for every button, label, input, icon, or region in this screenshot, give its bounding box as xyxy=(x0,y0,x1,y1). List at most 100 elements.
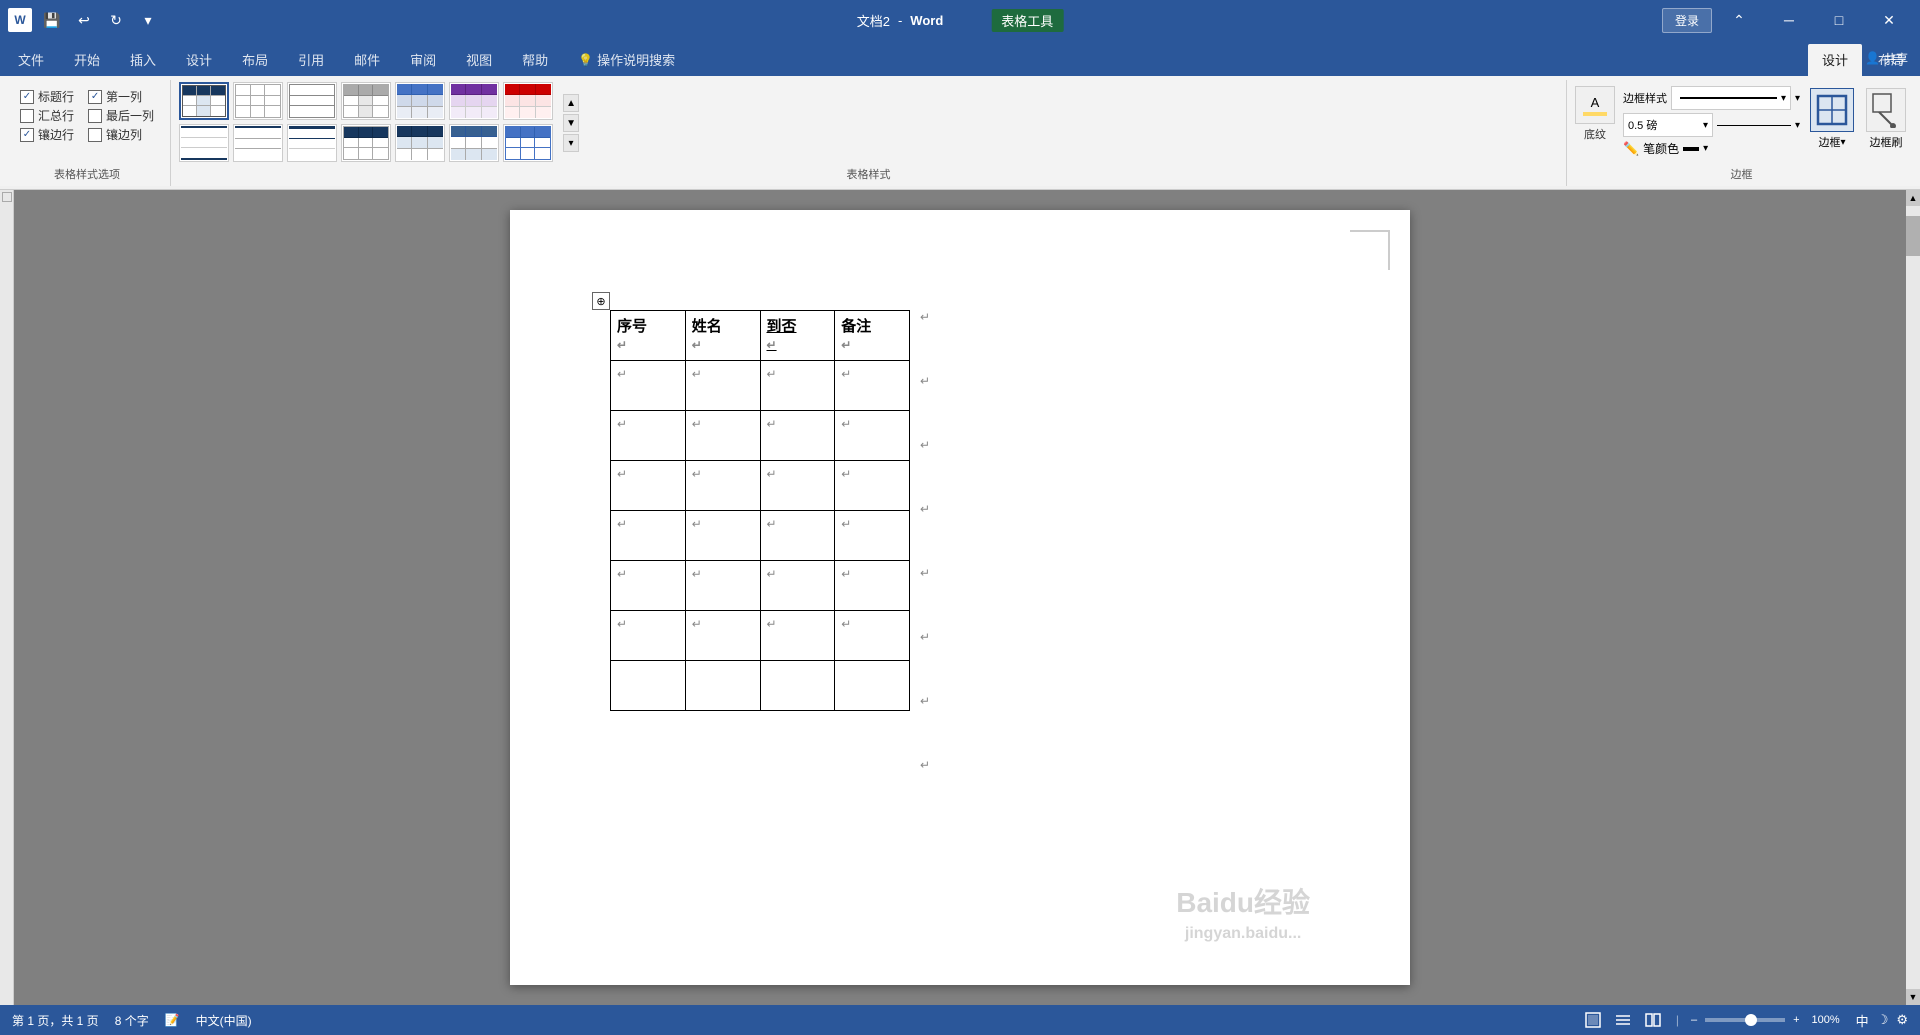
table-style-5[interactable] xyxy=(395,82,445,120)
vertical-scrollbar[interactable]: ▲ ▼ xyxy=(1906,190,1920,1005)
table-cell-8-2[interactable] xyxy=(685,661,760,711)
table-cell-4-2[interactable]: ↵ xyxy=(685,461,760,511)
table-cell-6-3[interactable]: ↵ xyxy=(760,561,835,611)
table-style-14[interactable] xyxy=(503,124,553,162)
tab-layout[interactable]: 布局 xyxy=(228,44,282,76)
table-style-9[interactable] xyxy=(233,124,283,162)
customize-quick-access[interactable]: ▾ xyxy=(134,6,162,34)
table-cell-3-2[interactable]: ↵ xyxy=(685,411,760,461)
scroll-thumb[interactable] xyxy=(1906,216,1920,256)
table-style-2[interactable] xyxy=(233,82,283,120)
table-style-7[interactable] xyxy=(503,82,553,120)
zoom-thumb[interactable] xyxy=(1745,1014,1757,1026)
tab-mailings[interactable]: 邮件 xyxy=(340,44,394,76)
table-style-13[interactable] xyxy=(449,124,499,162)
table-cell-5-1[interactable]: ↵ xyxy=(611,511,686,561)
border-style-select[interactable]: ▾ xyxy=(1671,86,1791,110)
gallery-scroll-up[interactable]: ▲ xyxy=(563,94,579,112)
table-cell-8-3[interactable] xyxy=(760,661,835,711)
banded-cols-checkbox[interactable] xyxy=(88,128,102,142)
settings-icon[interactable]: ⚙ xyxy=(1896,1012,1908,1028)
tab-review[interactable]: 审阅 xyxy=(396,44,450,76)
read-view[interactable] xyxy=(1642,1009,1664,1031)
save-button[interactable]: 💾 xyxy=(38,6,66,34)
tab-help[interactable]: 帮助 xyxy=(508,44,562,76)
table-cell-5-2[interactable]: ↵ xyxy=(685,511,760,561)
header-row-option[interactable]: ✓ 标题行 xyxy=(20,88,74,105)
tab-file[interactable]: 文件 xyxy=(4,44,58,76)
header-row-checkbox[interactable]: ✓ xyxy=(20,90,34,104)
table-cell-2-3[interactable]: ↵ xyxy=(760,361,835,411)
table-cell-6-1[interactable]: ↵ xyxy=(611,561,686,611)
table-cell-3-3[interactable]: ↵ xyxy=(760,411,835,461)
table-cell-header-1[interactable]: 序号 ↵ xyxy=(611,311,686,361)
border-dropdown-arrow[interactable]: ▾ xyxy=(1840,137,1845,148)
banded-rows-checkbox[interactable]: ✓ xyxy=(20,128,34,142)
table-cell-4-3[interactable]: ↵ xyxy=(760,461,835,511)
tab-view[interactable]: 视图 xyxy=(452,44,506,76)
zoom-minus[interactable]: – xyxy=(1691,1014,1697,1026)
table-style-1[interactable] xyxy=(179,82,229,120)
table-cell-5-3[interactable]: ↵ xyxy=(760,511,835,561)
pen-color-row[interactable]: ✏️ 笔颜色 ▾ xyxy=(1623,140,1800,157)
table-cell-4-1[interactable]: ↵ xyxy=(611,461,686,511)
tab-home[interactable]: 开始 xyxy=(60,44,114,76)
close-button[interactable]: ✕ xyxy=(1866,0,1912,40)
table-cell-7-3[interactable]: ↵ xyxy=(760,611,835,661)
tab-table-design[interactable]: 设计 xyxy=(1808,44,1862,76)
restore-button[interactable]: □ xyxy=(1816,0,1862,40)
login-button[interactable]: 登录 xyxy=(1662,8,1712,33)
scroll-down-arrow[interactable]: ▼ xyxy=(1906,989,1920,1005)
table-style-3[interactable] xyxy=(287,82,337,120)
border-painter-button[interactable]: 边框刷 xyxy=(1864,86,1908,152)
collapse-ribbon-button[interactable]: ⌃ xyxy=(1716,0,1762,40)
table-cell-header-3[interactable]: 到否 ↵ xyxy=(760,311,835,361)
gallery-more[interactable]: ▾ xyxy=(563,134,579,152)
table-style-8[interactable] xyxy=(179,124,229,162)
web-layout-view[interactable] xyxy=(1612,1009,1634,1031)
print-layout-view[interactable] xyxy=(1582,1009,1604,1031)
table-cell-7-1[interactable]: ↵ xyxy=(611,611,686,661)
table-style-10[interactable] xyxy=(287,124,337,162)
undo-button[interactable]: ↩ xyxy=(70,6,98,34)
table-cell-2-4[interactable]: ↵ xyxy=(835,361,910,411)
table-cell-3-4[interactable]: ↵ xyxy=(835,411,910,461)
minimize-button[interactable]: ─ xyxy=(1766,0,1812,40)
table-cell-5-4[interactable]: ↵ xyxy=(835,511,910,561)
table-cell-7-2[interactable]: ↵ xyxy=(685,611,760,661)
table-cell-header-2[interactable]: 姓名 ↵ xyxy=(685,311,760,361)
table-style-6[interactable] xyxy=(449,82,499,120)
table-style-12[interactable] xyxy=(395,124,445,162)
total-row-option[interactable]: 汇总行 xyxy=(20,107,74,124)
last-col-option[interactable]: 最后一列 xyxy=(88,107,154,124)
search-icon[interactable]: 💡操作说明搜索 xyxy=(564,44,689,76)
table-cell-4-4[interactable]: ↵ xyxy=(835,461,910,511)
banded-rows-option[interactable]: ✓ 镶边行 xyxy=(20,126,74,143)
tab-references[interactable]: 引用 xyxy=(284,44,338,76)
scroll-track[interactable] xyxy=(1906,206,1920,989)
tab-insert[interactable]: 插入 xyxy=(116,44,170,76)
scroll-up-arrow[interactable]: ▲ xyxy=(1906,190,1920,206)
gallery-scroll-down[interactable]: ▼ xyxy=(563,114,579,132)
total-row-checkbox[interactable] xyxy=(20,109,34,123)
redo-button[interactable]: ↻ xyxy=(102,6,130,34)
border-width-select[interactable]: 0.5 磅 ▾ xyxy=(1623,113,1713,137)
border-button[interactable]: 边框 ▾ xyxy=(1808,86,1856,152)
border-style-dropdown-arrow[interactable]: ▾ xyxy=(1795,93,1800,104)
banded-cols-option[interactable]: 镶边列 xyxy=(88,126,142,143)
border-width-dropdown[interactable]: ▾ xyxy=(1795,120,1800,131)
first-col-checkbox[interactable]: ✓ xyxy=(88,90,102,104)
zoom-slider[interactable] xyxy=(1705,1018,1785,1022)
share-button[interactable]: 👤 共享 xyxy=(1865,50,1908,67)
table-cell-6-4[interactable]: ↵ xyxy=(835,561,910,611)
table-cell-2-1[interactable]: ↵ xyxy=(611,361,686,411)
zoom-plus[interactable]: + xyxy=(1793,1014,1799,1026)
first-col-option[interactable]: ✓ 第一列 xyxy=(88,88,142,105)
zoom-level[interactable]: 100% xyxy=(1812,1014,1840,1026)
table-cell-8-4[interactable] xyxy=(835,661,910,711)
table-cell-8-1[interactable] xyxy=(611,661,686,711)
table-cell-header-4[interactable]: 备注 ↵ xyxy=(835,311,910,361)
tab-design[interactable]: 设计 xyxy=(172,44,226,76)
table-style-4[interactable] xyxy=(341,82,391,120)
pen-color-dropdown[interactable]: ▾ xyxy=(1703,143,1708,154)
